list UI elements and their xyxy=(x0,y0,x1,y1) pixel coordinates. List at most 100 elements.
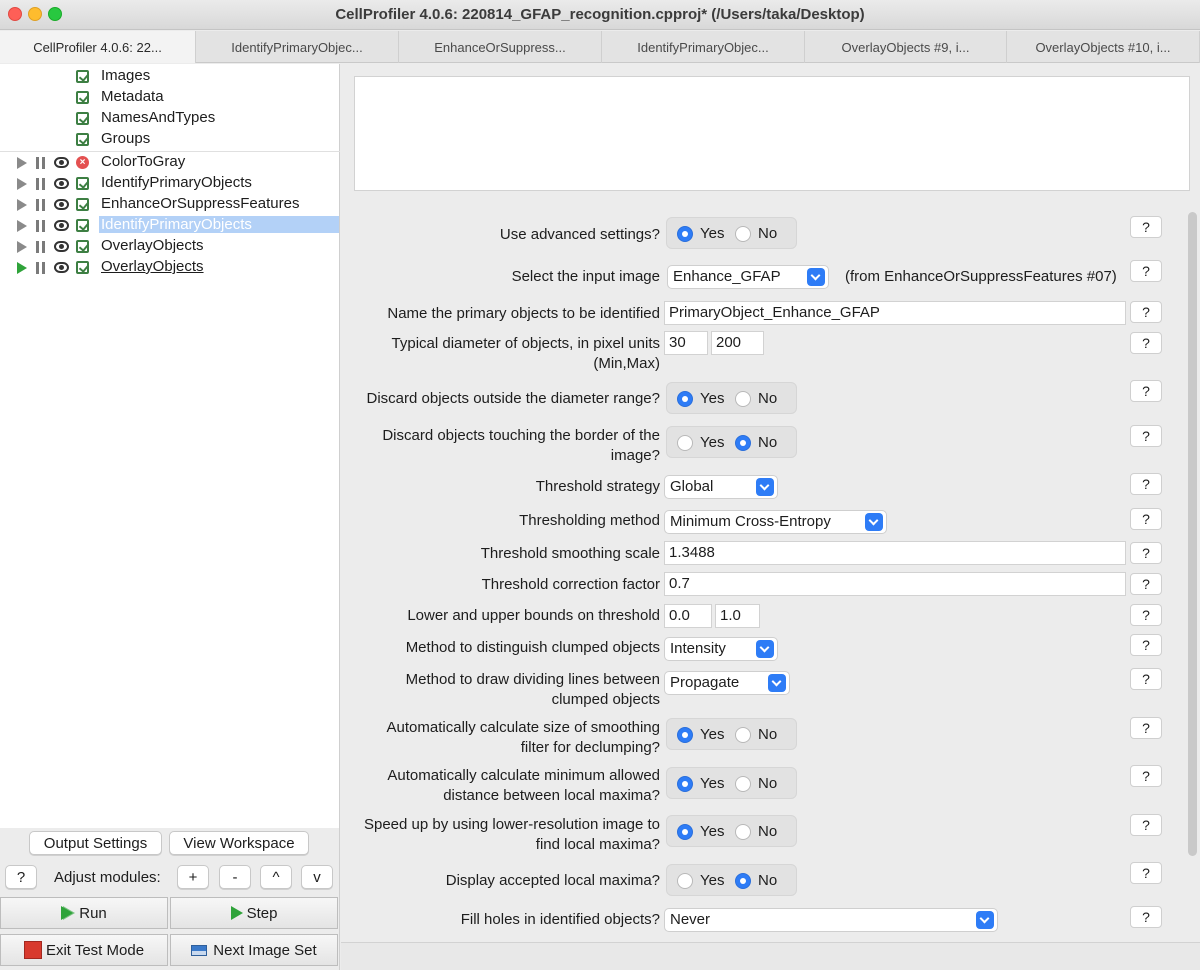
tab-enhance-or-suppress[interactable]: EnhanceOrSuppress... xyxy=(399,31,602,63)
yes-radio[interactable] xyxy=(677,824,693,840)
help-button[interactable]: ? xyxy=(1130,542,1162,564)
tab-overlay-objects-10[interactable]: OverlayObjects #10, i... xyxy=(1007,31,1200,63)
enabled-check-icon xyxy=(76,70,89,83)
tab-overlay-objects-9[interactable]: OverlayObjects #9, i... xyxy=(805,31,1007,63)
help-button[interactable]: ? xyxy=(1130,668,1162,690)
yes-radio[interactable] xyxy=(677,776,693,792)
diameter-max-input[interactable]: 200 xyxy=(711,331,764,355)
tab-identify-primary-1[interactable]: IdentifyPrimaryObjec... xyxy=(196,31,399,63)
error-icon[interactable]: × xyxy=(76,156,89,169)
no-radio[interactable] xyxy=(735,727,751,743)
move-module-up-button[interactable]: ^ xyxy=(260,865,292,889)
play-triangle-icon[interactable] xyxy=(17,199,27,211)
no-radio[interactable] xyxy=(735,391,751,407)
eye-icon[interactable] xyxy=(54,220,69,231)
yes-radio[interactable] xyxy=(677,727,693,743)
input-module-row[interactable]: NamesAndTypes xyxy=(0,108,340,129)
diameter-min-input[interactable]: 30 xyxy=(664,331,708,355)
play-triangle-icon[interactable] xyxy=(17,178,27,190)
tab-identify-primary-2[interactable]: IdentifyPrimaryObjec... xyxy=(602,31,805,63)
view-workspace-button[interactable]: View Workspace xyxy=(169,831,309,855)
fill-holes-select[interactable]: Never xyxy=(664,908,998,932)
help-button[interactable]: ? xyxy=(1130,906,1162,928)
remove-module-button[interactable]: - xyxy=(219,865,251,889)
yes-radio[interactable] xyxy=(677,435,693,451)
smoothing-scale-input[interactable]: 1.3488 xyxy=(664,541,1126,565)
no-radio[interactable] xyxy=(735,776,751,792)
no-radio[interactable] xyxy=(735,824,751,840)
eye-icon[interactable] xyxy=(54,199,69,210)
help-button[interactable]: ? xyxy=(1130,260,1162,282)
move-module-down-button[interactable]: v xyxy=(301,865,333,889)
pipeline-module-row[interactable]: EnhanceOrSuppressFeatures xyxy=(0,194,340,215)
settings-scrollbar[interactable] xyxy=(1188,212,1197,856)
correction-factor-input[interactable]: 0.7 xyxy=(664,572,1126,596)
input-module-row[interactable]: Images xyxy=(0,66,340,87)
pause-icon[interactable] xyxy=(36,199,45,211)
output-settings-button[interactable]: Output Settings xyxy=(29,831,162,855)
eye-icon[interactable] xyxy=(54,178,69,189)
help-button[interactable]: ? xyxy=(1130,862,1162,884)
enabled-check-icon[interactable] xyxy=(76,261,89,274)
pipeline-module-row[interactable]: × ColorToGray xyxy=(0,152,340,173)
threshold-lower-input[interactable]: 0.0 xyxy=(664,604,712,628)
threshold-method-select[interactable]: Minimum Cross-Entropy xyxy=(664,510,887,534)
help-button[interactable]: ? xyxy=(1130,301,1162,323)
play-triangle-icon[interactable] xyxy=(17,220,27,232)
no-radio[interactable] xyxy=(735,435,751,451)
input-module-row[interactable]: Metadata xyxy=(0,87,340,108)
eye-icon[interactable] xyxy=(54,157,69,168)
pause-icon[interactable] xyxy=(36,157,45,169)
pipeline-module-row-current[interactable]: OverlayObjects xyxy=(0,257,340,278)
help-button[interactable]: ? xyxy=(1130,814,1162,836)
input-image-select[interactable]: Enhance_GFAP xyxy=(667,265,829,289)
enabled-check-icon[interactable] xyxy=(76,177,89,190)
pause-icon[interactable] xyxy=(36,241,45,253)
pause-icon[interactable] xyxy=(36,178,45,190)
help-button[interactable]: ? xyxy=(1130,573,1162,595)
help-button[interactable]: ? xyxy=(1130,717,1162,739)
tab-pipeline[interactable]: CellProfiler 4.0.6: 22... xyxy=(0,31,196,63)
help-button[interactable]: ? xyxy=(1130,508,1162,530)
exit-test-mode-button[interactable]: Exit Test Mode xyxy=(0,934,168,966)
help-button[interactable]: ? xyxy=(5,865,37,889)
eye-icon[interactable] xyxy=(54,262,69,273)
enabled-check-icon[interactable] xyxy=(76,198,89,211)
help-button[interactable]: ? xyxy=(1130,765,1162,787)
play-triangle-icon[interactable] xyxy=(17,157,27,169)
threshold-upper-input[interactable]: 1.0 xyxy=(715,604,760,628)
run-button[interactable]: Run xyxy=(0,897,168,929)
clumped-method-select[interactable]: Intensity xyxy=(664,637,778,661)
eye-icon[interactable] xyxy=(54,241,69,252)
help-button[interactable]: ? xyxy=(1130,473,1162,495)
yes-radio[interactable] xyxy=(677,391,693,407)
primary-name-input[interactable]: PrimaryObject_Enhance_GFAP xyxy=(664,301,1126,325)
no-radio[interactable] xyxy=(735,873,751,889)
play-triangle-icon[interactable] xyxy=(17,241,27,253)
pause-icon[interactable] xyxy=(36,262,45,274)
pause-icon[interactable] xyxy=(36,220,45,232)
pipeline-module-row-selected[interactable]: IdentifyPrimaryObjects xyxy=(0,215,340,236)
help-button[interactable]: ? xyxy=(1130,634,1162,656)
current-step-play-icon[interactable] xyxy=(17,262,27,274)
enabled-check-icon[interactable] xyxy=(76,219,89,232)
pipeline-module-row[interactable]: IdentifyPrimaryObjects xyxy=(0,173,340,194)
help-button[interactable]: ? xyxy=(1130,332,1162,354)
yes-label: Yes xyxy=(700,872,725,889)
help-button[interactable]: ? xyxy=(1130,425,1162,447)
help-button[interactable]: ? xyxy=(1130,380,1162,402)
yes-radio[interactable] xyxy=(677,873,693,889)
enabled-check-icon[interactable] xyxy=(76,240,89,253)
add-module-button[interactable]: + xyxy=(177,865,209,889)
help-button[interactable]: ? xyxy=(1130,216,1162,238)
module-notes-area[interactable] xyxy=(354,76,1190,191)
help-button[interactable]: ? xyxy=(1130,604,1162,626)
pipeline-module-row[interactable]: OverlayObjects xyxy=(0,236,340,257)
no-radio[interactable] xyxy=(735,226,751,242)
threshold-strategy-select[interactable]: Global xyxy=(664,475,778,499)
input-module-row[interactable]: Groups xyxy=(0,129,340,150)
dividing-lines-select[interactable]: Propagate xyxy=(664,671,790,695)
next-image-set-button[interactable]: Next Image Set xyxy=(170,934,338,966)
yes-radio[interactable] xyxy=(677,226,693,242)
step-button[interactable]: Step xyxy=(170,897,338,929)
